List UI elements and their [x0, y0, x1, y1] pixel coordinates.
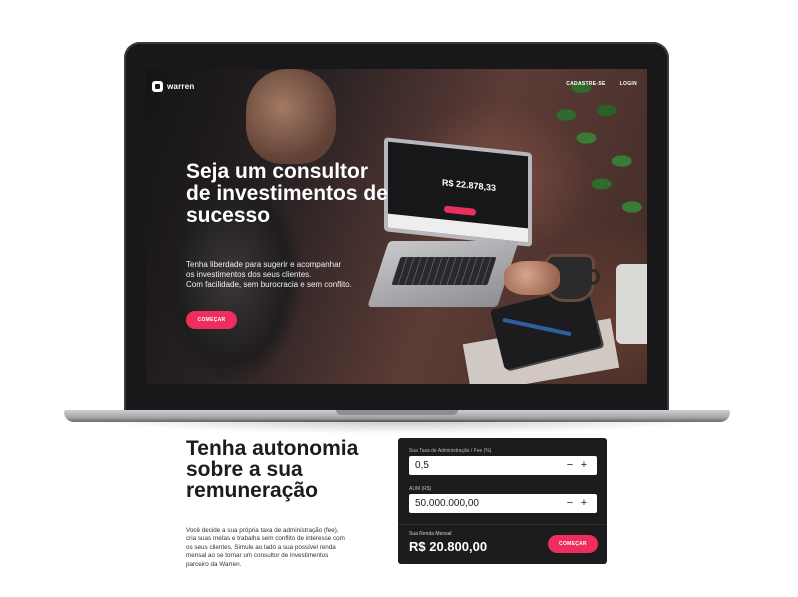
income-simulator: Sua Taxa de Administração / Fee (%) 0,5 …	[398, 438, 607, 564]
hero-photo-head	[246, 69, 336, 164]
hero-description: Tenha liberdade para sugerir e acompanha…	[186, 260, 396, 290]
fee-increment-button[interactable]: +	[577, 456, 591, 475]
laptop-shadow	[90, 420, 710, 434]
hero-photo-cup-handle	[586, 269, 600, 285]
nav-link-login[interactable]: LOGIN	[620, 81, 637, 87]
hero-photo-hand	[504, 261, 560, 295]
hero-title: Seja um consultor de investimentos de su…	[186, 160, 388, 227]
aum-increment-button[interactable]: +	[577, 494, 591, 513]
top-nav: CADASTRE-SE LOGIN	[566, 81, 637, 87]
monthly-income-value: R$ 20.800,00	[409, 539, 488, 554]
fee-input-value[interactable]: 0,5	[415, 460, 563, 471]
simulator-start-button[interactable]: COMEÇAR	[548, 535, 598, 553]
aum-field[interactable]: 50.000.000,00 − +	[409, 494, 597, 513]
hero-photo-laptop-keys	[391, 257, 497, 285]
brand-logo[interactable]: warren	[152, 81, 194, 92]
hero-description-line: Com facilidade, sem burocracia e sem con…	[186, 280, 352, 289]
inner-screen-strip	[388, 213, 528, 243]
aum-label: AUM (R$)	[409, 486, 432, 492]
nav-link-signup[interactable]: CADASTRE-SE	[566, 81, 605, 87]
hero-start-button[interactable]: COMEÇAR	[186, 311, 237, 329]
laptop-notch	[336, 410, 458, 415]
warren-logo-icon	[152, 81, 163, 92]
section-description: Você decide a sua própria taxa de admini…	[186, 527, 345, 568]
inner-screen-value: R$ 22.878,33	[442, 177, 497, 193]
section-title: Tenha autonomia sobre a sua remuneração	[186, 437, 359, 502]
hero-description-line: Tenha liberdade para sugerir e acompanha…	[186, 260, 342, 269]
hero-photo-pot	[616, 264, 647, 344]
simulator-divider	[398, 524, 607, 525]
aum-input-value[interactable]: 50.000.000,00	[415, 498, 563, 509]
aum-decrement-button[interactable]: −	[563, 494, 577, 513]
fee-field[interactable]: 0,5 − +	[409, 456, 597, 475]
inner-screen-button	[444, 205, 476, 216]
hero-photo-laptop-screen: R$ 22.878,33	[384, 137, 532, 247]
fee-decrement-button[interactable]: −	[563, 456, 577, 475]
brand-name: warren	[167, 82, 195, 91]
hero-description-line: os investimentos dos seus clientes.	[186, 270, 312, 279]
laptop-screen: R$ 22.878,33 warren CADASTRE-SE LOGIN Se…	[146, 69, 647, 384]
fee-label: Sua Taxa de Administração / Fee (%)	[409, 448, 492, 454]
monthly-income-label: Sua Renda Mensal	[409, 531, 452, 537]
